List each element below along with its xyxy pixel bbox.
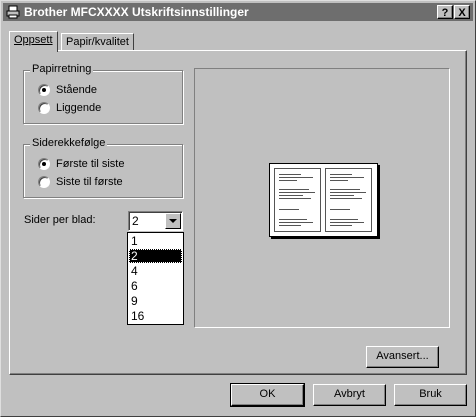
preview-page-1 bbox=[274, 168, 321, 232]
dropdown-button[interactable] bbox=[165, 213, 181, 229]
orientation-group-title: Papirretning bbox=[30, 63, 94, 75]
tab-oppsett[interactable]: Oppsett bbox=[9, 31, 58, 52]
ok-button[interactable]: OK bbox=[230, 383, 305, 407]
radio-label: Stående bbox=[56, 84, 97, 96]
dropdown-option-4[interactable]: 4 bbox=[129, 264, 182, 278]
dropdown-option-6[interactable]: 6 bbox=[129, 279, 182, 293]
close-button[interactable]: X bbox=[454, 5, 470, 19]
radio-button[interactable] bbox=[38, 158, 50, 170]
dropdown-option-16[interactable]: 16 bbox=[129, 309, 182, 323]
cancel-button[interactable]: Avbryt bbox=[313, 384, 386, 406]
layout-preview bbox=[194, 68, 450, 328]
apply-button[interactable]: Bruk bbox=[394, 384, 467, 406]
tab-label: Oppsett bbox=[14, 34, 53, 46]
combo-value: 2 bbox=[132, 214, 139, 228]
page-order-group-title: Siderekkefølge bbox=[30, 137, 108, 149]
dropdown-option-9[interactable]: 9 bbox=[129, 294, 182, 308]
dropdown-option-1[interactable]: 1 bbox=[129, 234, 182, 248]
page-order-group: Siderekkefølge Første til siste Siste ti… bbox=[23, 137, 183, 198]
radio-dot bbox=[42, 88, 46, 92]
printer-icon bbox=[6, 5, 20, 19]
radio-label: Siste til første bbox=[56, 176, 123, 188]
tab-label: Papir/kvalitet bbox=[66, 36, 129, 48]
radio-label: Første til siste bbox=[56, 158, 125, 170]
dropdown-option-2[interactable]: 2 bbox=[129, 249, 182, 263]
orientation-group: Papirretning Stående Liggende bbox=[23, 63, 183, 124]
chevron-down-icon bbox=[169, 219, 177, 223]
pages-per-sheet-combo[interactable]: 2 bbox=[128, 211, 183, 231]
pages-per-sheet-dropdown: 1 2 4 6 9 16 bbox=[127, 232, 184, 325]
print-settings-dialog: Brother MFCXXXX Utskriftsinnstillinger ?… bbox=[0, 0, 476, 417]
title-bar[interactable]: Brother MFCXXXX Utskriftsinnstillinger ?… bbox=[3, 3, 473, 21]
radio-button[interactable] bbox=[38, 176, 50, 188]
radio-dot bbox=[42, 162, 46, 166]
radio-button[interactable] bbox=[38, 102, 50, 114]
pages-per-sheet-label: Sider per blad: bbox=[24, 214, 96, 226]
radio-button[interactable] bbox=[38, 84, 50, 96]
help-button[interactable]: ? bbox=[437, 5, 453, 19]
tab-papir-kvalitet[interactable]: Papir/kvalitet bbox=[61, 33, 134, 51]
window-title: Brother MFCXXXX Utskriftsinnstillinger bbox=[24, 5, 249, 19]
advanced-button[interactable]: Avansert... bbox=[366, 346, 439, 368]
preview-sheet bbox=[269, 163, 378, 237]
preview-page-2 bbox=[325, 168, 372, 232]
radio-label: Liggende bbox=[56, 102, 102, 114]
